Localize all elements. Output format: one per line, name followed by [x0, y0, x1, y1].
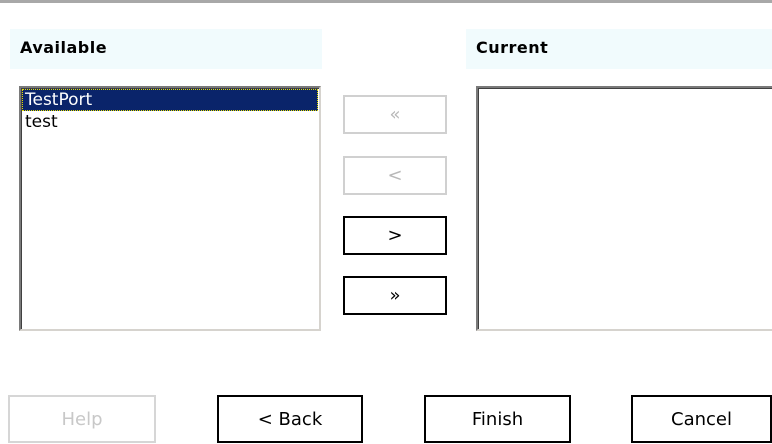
- add-all-button[interactable]: »: [343, 276, 447, 315]
- top-divider: [0, 0, 772, 3]
- help-button[interactable]: Help: [8, 395, 156, 443]
- remove-all-button[interactable]: «: [343, 95, 447, 134]
- current-heading: Current: [466, 29, 772, 69]
- available-list-item-test[interactable]: test: [22, 111, 318, 133]
- back-button[interactable]: < Back: [217, 395, 363, 443]
- add-button[interactable]: >: [343, 216, 447, 255]
- finish-button[interactable]: Finish: [424, 395, 571, 443]
- available-heading: Available: [10, 29, 322, 69]
- current-listbox[interactable]: [476, 86, 772, 331]
- available-listbox[interactable]: TestPort test: [19, 86, 321, 331]
- available-list-item-testport[interactable]: TestPort: [22, 89, 318, 111]
- cancel-button[interactable]: Cancel: [631, 395, 772, 443]
- remove-button[interactable]: <: [343, 156, 447, 195]
